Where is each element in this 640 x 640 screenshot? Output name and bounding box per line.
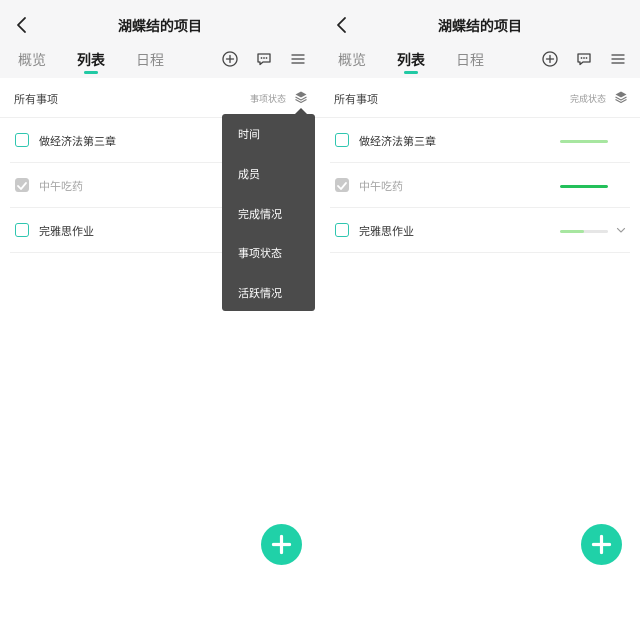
tab-list[interactable]: 列表 bbox=[77, 50, 105, 70]
list-item[interactable]: 中午吃药 bbox=[330, 163, 630, 208]
plus-icon bbox=[591, 534, 612, 555]
menu-item-status[interactable]: 事项状态 bbox=[238, 245, 282, 261]
tab-active-indicator bbox=[84, 71, 98, 74]
progress-fill bbox=[560, 140, 608, 143]
chat-bubble-icon[interactable] bbox=[255, 50, 273, 68]
layers-icon[interactable] bbox=[294, 90, 308, 104]
checkbox-checked[interactable] bbox=[335, 178, 349, 192]
item-label: 做经济法第三章 bbox=[359, 135, 436, 148]
screen-left: 湖蝶结的项目 概览 列表 日程 所有事项 事项状态 做经济法第三章 中午吃药 完… bbox=[0, 0, 320, 640]
progress-fill bbox=[560, 230, 584, 233]
menu-item-completion[interactable]: 完成情况 bbox=[238, 206, 282, 222]
filter-label[interactable]: 事项状态 bbox=[250, 92, 286, 105]
plus-icon bbox=[271, 534, 292, 555]
checkmark-icon bbox=[17, 182, 27, 190]
tab-overview[interactable]: 概览 bbox=[338, 50, 366, 70]
checkmark-icon bbox=[337, 182, 347, 190]
hamburger-menu-icon[interactable] bbox=[289, 50, 307, 68]
item-label: 完雅思作业 bbox=[359, 225, 414, 238]
list-item[interactable]: 完雅思作业 bbox=[330, 208, 630, 253]
menu-caret bbox=[295, 108, 307, 114]
add-item-button[interactable] bbox=[581, 524, 622, 565]
filter-dropdown-menu: 时间 成员 完成情况 事项状态 活跃情况 bbox=[222, 108, 315, 311]
menu-item-members[interactable]: 成员 bbox=[238, 166, 260, 182]
add-item-button[interactable] bbox=[261, 524, 302, 565]
filter-bar: 所有事项 完成状态 bbox=[320, 78, 640, 118]
checkbox[interactable] bbox=[15, 223, 29, 237]
list-item[interactable]: 做经济法第三章 bbox=[330, 118, 630, 163]
layers-icon[interactable] bbox=[614, 90, 628, 104]
progress-bar bbox=[560, 185, 608, 188]
checkbox[interactable] bbox=[335, 223, 349, 237]
tab-schedule[interactable]: 日程 bbox=[456, 50, 484, 70]
tab-overview[interactable]: 概览 bbox=[18, 50, 46, 70]
checkbox-checked[interactable] bbox=[15, 178, 29, 192]
checkbox[interactable] bbox=[335, 133, 349, 147]
hamburger-menu-icon[interactable] bbox=[609, 50, 627, 68]
item-label: 中午吃药 bbox=[359, 180, 403, 193]
screen-right: 湖蝶结的项目 概览 列表 日程 所有事项 完成状态 做经济法第三章 中午吃药 完… bbox=[320, 0, 640, 640]
add-circle-icon[interactable] bbox=[221, 50, 239, 68]
filter-title: 所有事项 bbox=[334, 93, 378, 106]
tab-active-indicator bbox=[404, 71, 418, 74]
filter-label[interactable]: 完成状态 bbox=[570, 92, 606, 105]
header-bar: 湖蝶结的项目 概览 列表 日程 bbox=[320, 0, 640, 78]
progress-bar bbox=[560, 230, 608, 233]
menu-item-activity[interactable]: 活跃情况 bbox=[238, 285, 282, 301]
filter-bar: 所有事项 事项状态 bbox=[0, 78, 320, 118]
item-label: 中午吃药 bbox=[39, 180, 83, 193]
item-label: 完雅思作业 bbox=[39, 225, 94, 238]
chat-bubble-icon[interactable] bbox=[575, 50, 593, 68]
progress-bar bbox=[560, 140, 608, 143]
tab-list[interactable]: 列表 bbox=[397, 50, 425, 70]
menu-item-time[interactable]: 时间 bbox=[238, 126, 260, 142]
filter-title: 所有事项 bbox=[14, 93, 58, 106]
tab-schedule[interactable]: 日程 bbox=[136, 50, 164, 70]
page-title: 湖蝶结的项目 bbox=[438, 19, 522, 35]
add-circle-icon[interactable] bbox=[541, 50, 559, 68]
item-label: 做经济法第三章 bbox=[39, 135, 116, 148]
header-bar: 湖蝶结的项目 概览 列表 日程 bbox=[0, 0, 320, 78]
chevron-down-icon[interactable] bbox=[615, 224, 627, 236]
progress-fill bbox=[560, 185, 608, 188]
checkbox[interactable] bbox=[15, 133, 29, 147]
page-title: 湖蝶结的项目 bbox=[118, 19, 202, 35]
